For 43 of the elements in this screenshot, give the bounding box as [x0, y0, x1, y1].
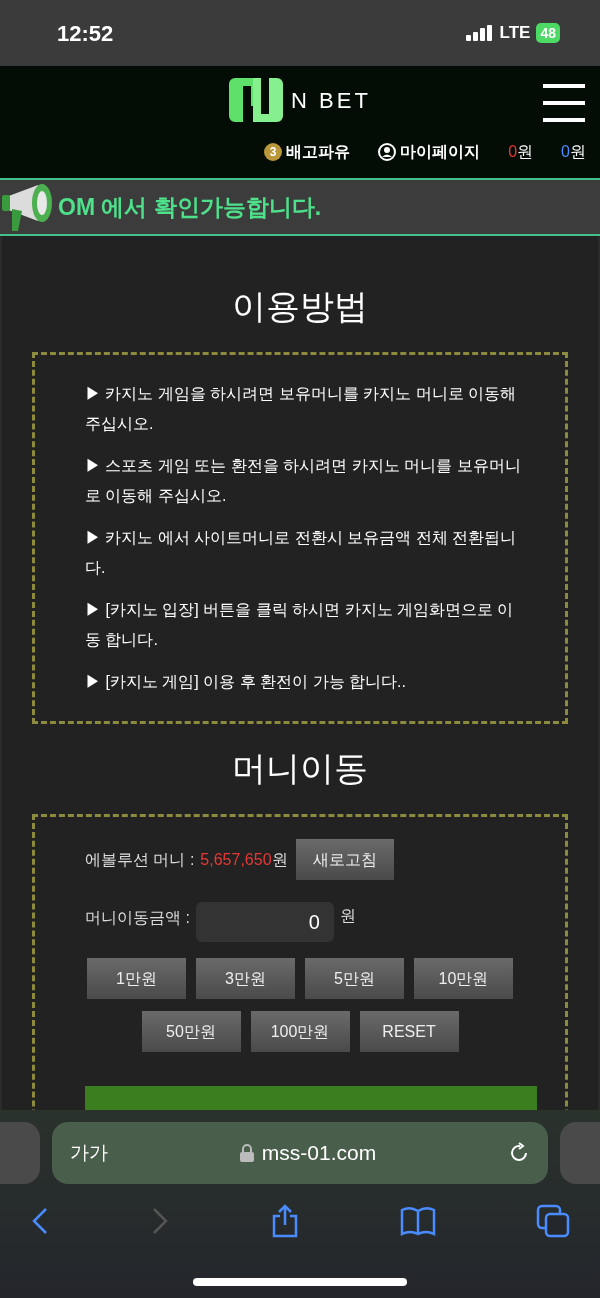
- guide-text: ▶ 카지노 게임을 하시려면 보유머니를 카지노 머니로 이동해 주십시오.: [85, 384, 518, 434]
- amount-unit: 원: [339, 906, 356, 926]
- clock: 12:52: [57, 19, 114, 48]
- section-title: 이용방법: [231, 286, 369, 327]
- refresh-button[interactable]: 새로고침: [295, 839, 394, 880]
- battery-indicator: 48: [536, 23, 560, 43]
- signal-icon: [465, 25, 494, 41]
- guide-text: ▶ [카지노 게임] 이용 후 환전이 가능 합니다..: [85, 672, 407, 692]
- section-title: 머니이동: [231, 748, 369, 789]
- logo-text: N BET: [291, 86, 371, 115]
- reload-icon[interactable]: [508, 1142, 530, 1164]
- level-badge: 3: [264, 143, 283, 161]
- logo-icon: [229, 78, 284, 122]
- amount-preset-button[interactable]: 100만원: [250, 1011, 350, 1052]
- amount-preset-button[interactable]: 5만원: [305, 958, 404, 999]
- balance: 0원: [508, 142, 534, 162]
- guide-text: ▶ 카지노 에서 사이트머니로 전환시 보유금액 전체 전환됩니다.: [85, 528, 518, 578]
- amount-preset-button[interactable]: 10만원: [414, 958, 513, 999]
- user-icon: [378, 143, 397, 161]
- url-text: mss-01.com: [261, 1140, 377, 1167]
- menu-button[interactable]: [543, 84, 585, 122]
- address-bar[interactable]: 가가 mss-01.com: [52, 1122, 548, 1184]
- balance-label: 에볼루션 머니 :: [85, 849, 195, 870]
- back-icon[interactable]: [30, 1206, 50, 1236]
- amount-preset-button[interactable]: RESET: [359, 1011, 459, 1052]
- mypage-link[interactable]: 마이페이지: [378, 140, 481, 164]
- lock-icon: [239, 1144, 254, 1162]
- balance-value: 5,657,650원: [200, 849, 288, 870]
- amount-preset-button[interactable]: 3만원: [196, 958, 295, 999]
- guide-text: ▶ 스포츠 게임 또는 환전을 하시려면 카지노 머니를 보유머니로 이동해 주십시오.: [85, 456, 522, 506]
- tabs-icon[interactable]: [536, 1204, 570, 1238]
- text-size-button[interactable]: 가가: [70, 1138, 108, 1168]
- balance: 0원: [561, 142, 586, 162]
- bookmarks-icon[interactable]: [400, 1206, 436, 1236]
- amount-preset-button[interactable]: 50만원: [141, 1011, 241, 1052]
- amount-field[interactable]: 0: [195, 902, 334, 942]
- network-label: LTE: [499, 22, 531, 45]
- username: 배고파유: [286, 142, 351, 162]
- amount-label: 머니이동금액 :: [85, 908, 190, 928]
- notice-text: OM 에서 확인가능합니다.: [58, 192, 322, 222]
- amount-preset-button[interactable]: 1만원: [87, 958, 186, 999]
- share-icon[interactable]: [270, 1204, 300, 1238]
- guide-text: ▶ [카지노 입장] 버튼을 클릭 하시면 카지노 게임화면으로 이동 합니다.: [85, 600, 515, 650]
